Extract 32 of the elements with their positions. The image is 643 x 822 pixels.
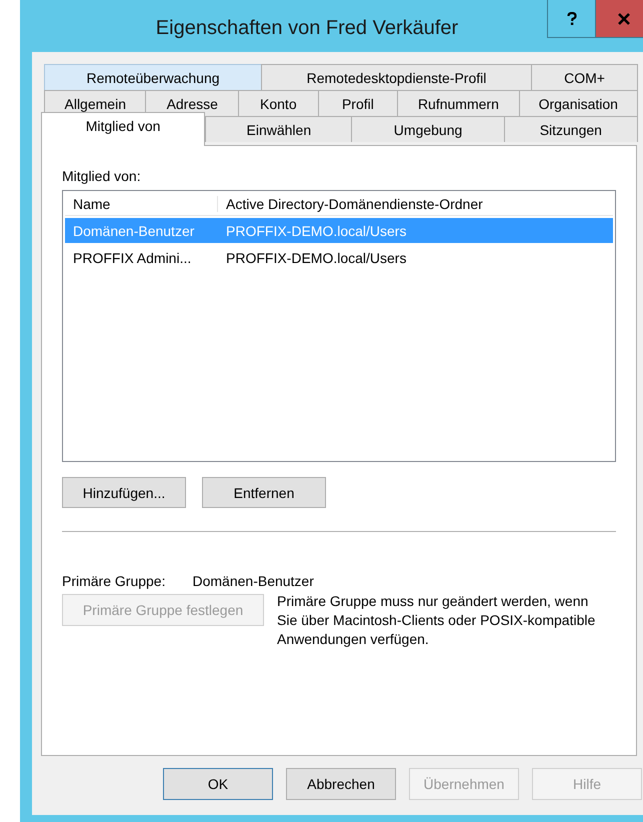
column-header[interactable]: Active Directory-Domänendienste-Ordner: [218, 196, 613, 212]
list-row[interactable]: PROFFIX Admini... PROFFIX-DEMO.local/Users: [65, 245, 613, 270]
group-list[interactable]: Name Active Directory-Domänendienste-Ordner Domänen-Benutzer PROFFIX-DEMO.local/Users PROFFIX Admini... PROFFIX-DEMO.local/Users: [62, 190, 616, 462]
help-icon: [566, 12, 576, 26]
primary-group-note: Primäre Gruppe muss nur geändert werden, wenn Sie über Macintosh-Clients oder POSIX-kompatible Anwendungen verfügen.: [277, 592, 596, 649]
window-title: Eigenschaften von Fred Verkäufer: [154, 16, 460, 40]
tab[interactable]: Remoteüberwachung: [44, 64, 262, 90]
column-header[interactable]: Name: [65, 196, 218, 212]
tab[interactable]: Organisation: [518, 90, 638, 116]
primary-group-value: Domänen-Benutzer: [192, 573, 314, 589]
list-button[interactable]: Hinzufügen...: [62, 477, 186, 508]
primary-group-label: Primäre Gruppe:: [62, 573, 166, 589]
table-cell-text: PROFFIX-DEMO.local/Users: [225, 250, 408, 266]
tab[interactable]: Einwählen: [205, 116, 352, 142]
table-cell-text: PROFFIX Admini...: [72, 250, 192, 266]
dialog-button[interactable]: OK: [163, 768, 273, 800]
member-of-label: Mitglied von:: [62, 168, 142, 184]
tab[interactable]: Remotedesktopdienste-Profil: [261, 64, 532, 90]
tab[interactable]: Mitglied von: [41, 112, 206, 146]
tab[interactable]: Sitzungen: [504, 116, 638, 142]
tab[interactable]: Konto: [238, 90, 319, 116]
tab[interactable]: Rufnummern: [397, 90, 520, 116]
tab[interactable]: COM+: [531, 64, 638, 90]
help-button[interactable]: [547, 0, 596, 38]
close-button[interactable]: [595, 0, 643, 38]
table-cell-text: PROFFIX-DEMO.local/Users: [225, 222, 408, 238]
tab[interactable]: Umgebung: [351, 116, 505, 142]
close-icon: [618, 12, 630, 24]
dialog-button[interactable]: Abbrechen: [286, 768, 396, 800]
table-cell-text: Domänen-Benutzer: [72, 222, 196, 238]
list-button[interactable]: Entfernen: [202, 477, 326, 508]
tab[interactable]: Profil: [318, 90, 398, 116]
